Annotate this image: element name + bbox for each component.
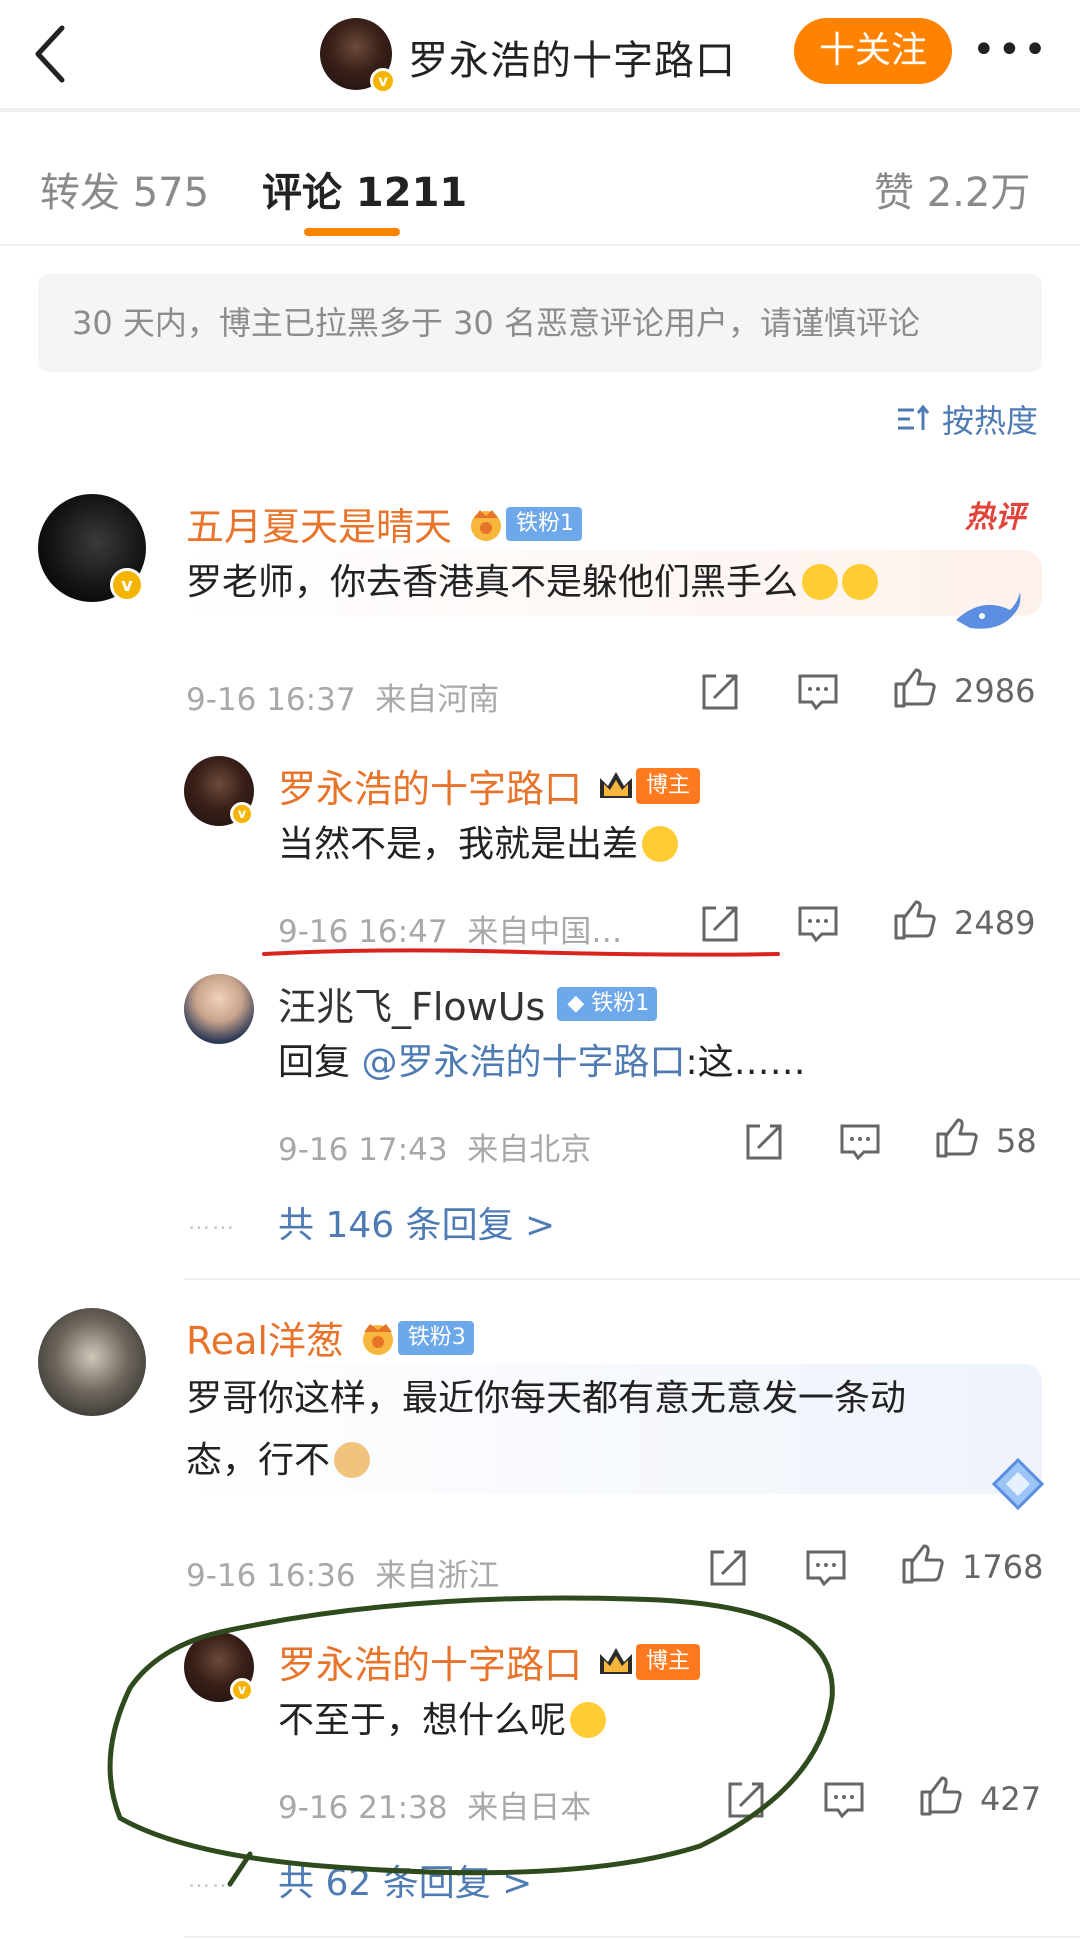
sort-icon [897, 404, 930, 430]
like-icon[interactable] [934, 1116, 978, 1160]
like-count: 2986 [954, 672, 1036, 710]
comment-divider [184, 1936, 1080, 1938]
tab-comments[interactable]: 评论 1211 [262, 160, 467, 218]
share-icon[interactable] [698, 902, 742, 946]
comment-notice: 30 天内，博主已拉黑多于 30 名恶意评论用户，请谨慎评论 [38, 274, 1042, 372]
sort-label: 按热度 [941, 402, 1038, 440]
red-underline-annotation [262, 948, 780, 957]
page-title: 罗永浩的十字路口 [408, 38, 736, 84]
verified-icon: v [370, 68, 396, 94]
share-icon[interactable] [742, 1120, 786, 1164]
more-icon[interactable]: ••• [972, 30, 1049, 70]
crown-icon [471, 509, 502, 541]
like-count: 427 [980, 1780, 1042, 1818]
username: 汪兆飞_FlowUs [278, 985, 546, 1029]
doge-emoji-icon [334, 1442, 371, 1478]
green-circle-annotation [107, 1595, 835, 1887]
tab-likes[interactable]: 赞 2.2万 [874, 160, 1030, 218]
comment-icon[interactable] [796, 902, 840, 946]
thinking-emoji-icon [842, 564, 879, 600]
like-icon[interactable] [918, 1774, 962, 1818]
like-count: 1768 [962, 1548, 1044, 1586]
fan-badge: ◆ 铁粉1 [557, 986, 658, 1021]
tab-bar: 转发 575 评论 1211 赞 2.2万 [0, 116, 1080, 246]
whale-decoration-icon [956, 592, 1021, 629]
hot-comment-tag: 热评 [965, 500, 1025, 535]
thinking-emoji-icon [802, 564, 839, 600]
commenter-name[interactable]: 五月夏天是晴天 铁粉1 [186, 496, 583, 551]
share-icon[interactable] [706, 1546, 750, 1590]
mention-link[interactable]: @罗永浩的十字路口 [361, 1042, 685, 1083]
crown-icon [362, 1323, 393, 1355]
blogger-badge: 博主 [636, 767, 701, 804]
like-icon[interactable] [892, 666, 936, 710]
share-icon[interactable] [698, 670, 742, 714]
comment-text: 罗哥你这样，最近你每天都有意无意发一条动 态，行不 [186, 1378, 907, 1481]
comment-meta: 9-16 16:37 来自河南 [186, 682, 500, 718]
username: 罗永浩的十字路口 [278, 767, 583, 811]
view-more-replies-link[interactable]: 共 146 条回复 > [278, 1196, 555, 1248]
fan-badge: 铁粉1 [506, 506, 583, 541]
like-count: 58 [996, 1122, 1037, 1160]
crown-icon [600, 771, 633, 798]
grin-emoji-icon [642, 826, 679, 862]
comment-icon[interactable] [838, 1120, 882, 1164]
blogger-avatar[interactable]: v [320, 18, 396, 94]
username: Real洋葱 [186, 1319, 344, 1363]
reply-author[interactable]: 罗永浩的十字路口 博主 [278, 758, 701, 813]
top-bar: v 罗永浩的十字路口 十关注 ••• [0, 0, 1080, 112]
reply-author[interactable]: 汪兆飞_FlowUs ◆ 铁粉1 [278, 976, 658, 1031]
like-count: 2489 [954, 904, 1036, 942]
replier-avatar[interactable] [184, 974, 254, 1044]
follow-button[interactable]: 十关注 [794, 18, 952, 84]
commenter-name[interactable]: Real洋葱 铁粉3 [186, 1310, 474, 1365]
like-icon[interactable] [892, 898, 936, 942]
reply-text: 当然不是，我就是出差 [278, 814, 679, 876]
tab-repost[interactable]: 转发 575 [40, 160, 209, 218]
reply-text: 回复 @罗永浩的十字路口:这…… [278, 1042, 806, 1083]
comment-icon[interactable] [804, 1546, 848, 1590]
sort-toggle[interactable]: 按热度 [896, 396, 1038, 442]
active-tab-indicator [304, 228, 400, 236]
username: 五月夏天是晴天 [186, 505, 453, 549]
comment-divider [184, 1278, 1080, 1280]
back-arrow-icon[interactable] [28, 22, 76, 86]
like-icon[interactable] [900, 1542, 944, 1586]
verified-icon: v [110, 568, 144, 602]
fan-badge: 铁粉3 [397, 1320, 474, 1355]
thread-dots: …… [188, 1210, 236, 1235]
commenter-avatar[interactable] [38, 1308, 146, 1416]
comment-icon[interactable] [796, 670, 840, 714]
comment-text: 罗老师，你去香港真不是躲他们黑手么 [186, 552, 879, 614]
reply-meta: 9-16 17:43 来自北京 [278, 1132, 592, 1168]
verified-icon: v [230, 802, 254, 826]
